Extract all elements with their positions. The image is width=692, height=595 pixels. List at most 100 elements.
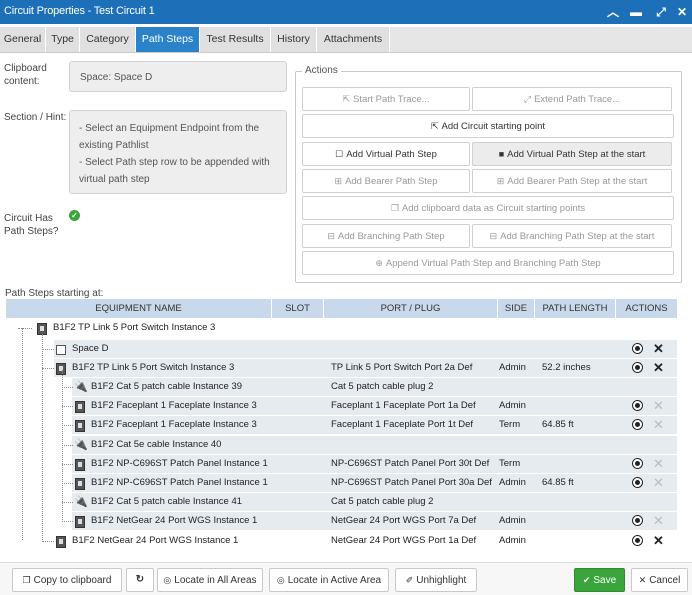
locate-all-areas-label: Locate in All Areas [174,575,257,586]
add-virtual-path-step-button[interactable]: ☐ Add Virtual Path Step [302,142,470,166]
remove-icon: ✕ [653,475,664,490]
side-value: Term [499,419,521,430]
tree-connector [62,464,73,465]
remove-icon[interactable]: ✕ [653,342,664,355]
remove-icon: ✕ [653,513,664,528]
column-header-equipment[interactable]: EQUIPMENT NAME [6,299,272,318]
column-header-slot[interactable]: SLOT [272,299,324,318]
locate-target-icon[interactable] [632,515,643,526]
equipment-name[interactable]: B1F2 Faceplant 1 Faceplate Instance 3 [91,419,257,431]
locate-target-icon[interactable] [632,343,643,354]
port-plug: NetGear 24 Port WGS Port 7a Def [331,515,477,526]
equipment-name[interactable]: B1F2 Faceplant 1 Faceplate Instance 3 [91,400,257,412]
add-clipboard-data-button[interactable]: ❐ Add clipboard data as Circuit starting … [302,196,674,220]
add-branching-path-step-start-button[interactable]: ⊟ Add Branching Path Step at the start [472,224,672,248]
remove-icon[interactable]: ✕ [653,361,664,374]
equipment-name[interactable]: B1F2 NP-C696ST Patch Panel Instance 1 [91,458,268,470]
tab-path-steps[interactable]: Path Steps [136,27,200,52]
target-icon: ◎ [163,575,172,585]
locate-target-icon[interactable] [632,535,643,546]
tree-connector [42,541,54,542]
add-branching-path-step-label: Add Branching Path Step [337,231,445,242]
append-virtual-branching-button[interactable]: ⊕ Append Virtual Path Step and Branching … [302,251,674,275]
add-branching-path-step-button[interactable]: ⊟ Add Branching Path Step [302,224,470,248]
tab-category[interactable]: Category [80,27,136,52]
equipment-name[interactable]: B1F2 NetGear 24 Port WGS Instance 1 [91,515,257,527]
expand-icon[interactable]: ⤢ [652,3,670,21]
copy-to-clipboard-button[interactable]: ❐ Copy to clipboard [12,568,122,592]
table-row[interactable] [54,340,677,358]
tab-attachments[interactable]: Attachments [317,27,390,52]
tree-root-label[interactable]: B1F2 TP Link 5 Port Switch Instance 3 [53,322,215,334]
tree-connector [62,406,73,407]
save-button[interactable]: ✔ Save [574,568,625,592]
port-plug: Cat 5 patch cable plug 2 [331,381,434,392]
copy-to-clipboard-label: Copy to clipboard [33,575,112,586]
tree-connector [62,370,63,520]
port-plug: Faceplant 1 Faceplate Port 1t Def [331,419,474,430]
tab-history[interactable]: History [271,27,317,52]
minimize-icon[interactable]: ▬ [627,3,645,21]
locate-active-area-button[interactable]: ◎ Locate in Active Area [269,568,389,592]
equipment-name[interactable]: B1F2 Cat 5 patch cable Instance 41 [91,496,242,508]
locate-target-icon[interactable] [632,477,643,488]
port-plug: TP Link 5 Port Switch Port 2a Def [331,362,473,373]
side-value: Admin [499,535,526,546]
path-length: 64.85 ft [542,477,574,488]
actions-legend: Actions [302,65,341,76]
equipment-name[interactable]: Space D [72,343,108,355]
add-circuit-starting-point-button[interactable]: ⇱ Add Circuit starting point [302,114,674,138]
remove-icon[interactable]: ✕ [653,534,664,547]
unhighlight-button[interactable]: ✐ Unhighlight [395,568,477,592]
equipment-icon [56,536,66,548]
locate-target-icon[interactable] [632,400,643,411]
tab-general[interactable]: General [0,27,46,52]
cancel-button[interactable]: ✕ Cancel [631,568,688,592]
external-link-icon: ⇱ [342,94,350,104]
locate-target-icon[interactable] [632,362,643,373]
cancel-label: Cancel [649,575,681,586]
plug-icon: 🔌 [74,439,88,451]
equipment-name[interactable]: B1F2 Cat 5e cable Instance 40 [91,439,221,451]
hint-line-2: - Select Path step row to be appended wi… [79,157,270,185]
plus-square-outline-icon: ⊞ [334,176,343,186]
add-virtual-path-step-label: Add Virtual Path Step [346,149,437,160]
add-bearer-path-step-start-button[interactable]: ⊞ Add Bearer Path Step at the start [472,169,672,193]
equipment-icon [75,459,85,471]
check-icon: ✔ [582,575,591,585]
add-virtual-path-step-start-button[interactable]: ■ Add Virtual Path Step at the start [472,142,672,166]
column-header-actions[interactable]: ACTIONS [616,299,677,318]
chevron-up-icon[interactable]: ︿ [604,3,622,21]
space-icon [56,345,66,355]
column-header-path-length[interactable]: PATH LENGTH [535,299,616,318]
clipboard-content-value: Space: Space D [80,72,153,83]
tab-test-results[interactable]: Test Results [200,27,271,52]
equipment-name[interactable]: B1F2 TP Link 5 Port Switch Instance 3 [72,362,234,374]
close-icon[interactable]: ✕ [673,3,691,21]
locate-target-icon[interactable] [632,419,643,430]
add-bearer-path-step-button[interactable]: ⊞ Add Bearer Path Step [302,169,470,193]
external-link-icon: ⇱ [430,121,439,131]
tab-type[interactable]: Type [46,27,80,52]
side-value: Admin [499,477,526,488]
equipment-name[interactable]: B1F2 NP-C696ST Patch Panel Instance 1 [91,477,268,489]
equipment-name[interactable]: B1F2 Cat 5 patch cable Instance 39 [91,381,242,393]
square-outline-icon: ☐ [335,149,344,159]
column-header-port[interactable]: PORT / PLUG [324,299,498,318]
locate-target-icon[interactable] [632,458,643,469]
refresh-button[interactable]: ↻ [126,568,154,592]
add-circuit-starting-point-label: Add Circuit starting point [441,121,546,132]
start-path-trace-button[interactable]: ⇱ Start Path Trace... [302,87,470,111]
unhighlight-label: Unhighlight [416,575,467,586]
locate-all-areas-button[interactable]: ◎ Locate in All Areas [157,568,263,592]
side-value: Admin [499,362,526,373]
extend-path-trace-button[interactable]: ⤢ Extend Path Trace... [472,87,672,111]
column-header-side[interactable]: SIDE [498,299,535,318]
equipment-name[interactable]: B1F2 NetGear 24 Port WGS Instance 1 [72,535,238,547]
side-value: Admin [499,515,526,526]
tree-connector [62,483,73,484]
append-virtual-branching-label: Append Virtual Path Step and Branching P… [385,258,601,269]
add-virtual-path-step-start-label: Add Virtual Path Step at the start [507,149,646,160]
start-path-trace-label: Start Path Trace... [352,94,430,105]
port-plug: NP-C696ST Patch Panel Port 30a Def [331,477,492,488]
